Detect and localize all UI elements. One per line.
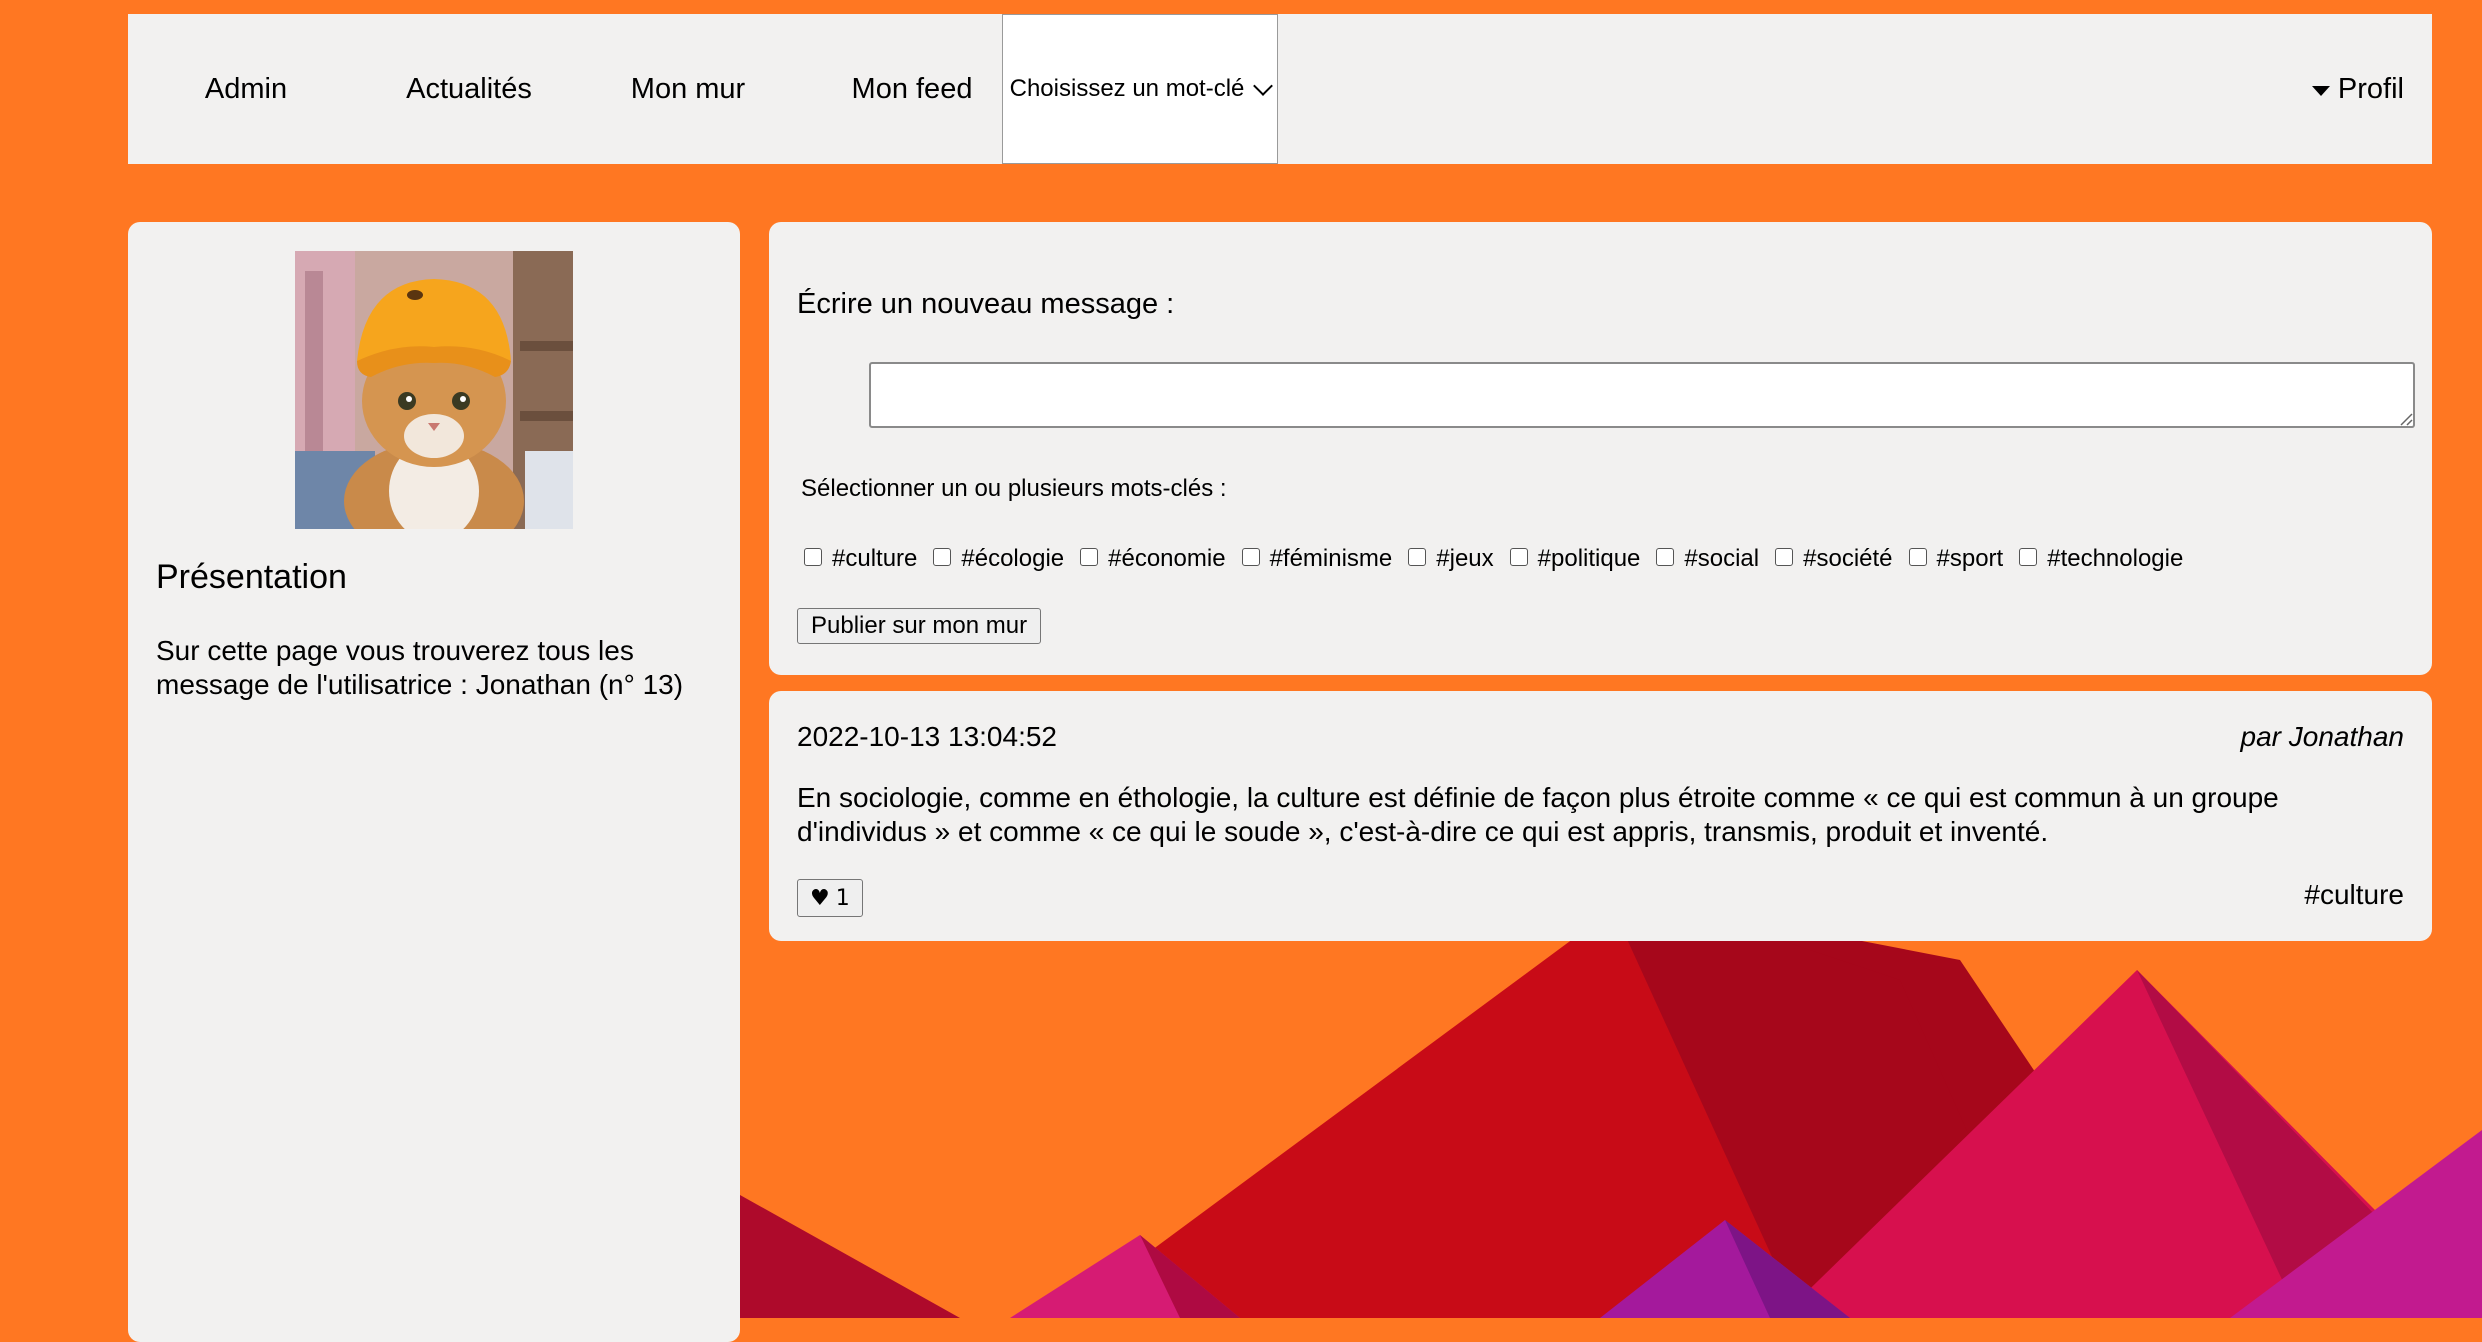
- tags-list: #culture #écologie #économie #féminisme …: [804, 545, 2199, 573]
- tag-option-economie[interactable]: #économie: [1080, 545, 1226, 573]
- tag-label: #politique: [1537, 545, 1641, 572]
- tag-label: #écologie: [961, 545, 1065, 572]
- profile-menu[interactable]: Profil: [2311, 14, 2404, 164]
- post-author[interactable]: par Jonathan: [2241, 721, 2404, 753]
- tag-checkbox[interactable]: [1080, 548, 1099, 566]
- nav-mon-feed[interactable]: Mon feed: [818, 14, 1006, 164]
- avatar: [295, 251, 573, 529]
- top-navbar: Admin Actualités Mon mur Mon feed Choisi…: [128, 14, 2432, 164]
- tag-option-societe[interactable]: #société: [1775, 545, 1893, 573]
- nav-admin[interactable]: Admin: [168, 14, 324, 164]
- tag-label: #économie: [1108, 545, 1226, 572]
- caret-down-icon: [2311, 86, 2330, 96]
- heart-icon: ♥: [810, 885, 830, 911]
- nav-actualites[interactable]: Actualités: [384, 14, 554, 164]
- tag-option-social[interactable]: #social: [1656, 545, 1759, 573]
- tag-option-sport[interactable]: #sport: [1908, 545, 2004, 573]
- profile-sidebar: Présentation Sur cette page vous trouver…: [128, 222, 740, 1342]
- tag-checkbox[interactable]: [1775, 548, 1794, 566]
- post-date: 2022-10-13 13:04:52: [797, 721, 1057, 752]
- tag-option-feminisme[interactable]: #féminisme: [1241, 545, 1393, 573]
- tag-checkbox[interactable]: [1408, 548, 1427, 566]
- post-tag[interactable]: #culture: [2304, 879, 2404, 911]
- tag-checkbox[interactable]: [2019, 548, 2038, 566]
- tag-label: #sport: [1936, 545, 2004, 572]
- message-input[interactable]: [869, 362, 2415, 428]
- tag-option-ecologie[interactable]: #écologie: [933, 545, 1064, 573]
- post-body: En sociologie, comme en éthologie, la cu…: [797, 782, 2279, 847]
- tag-label: #féminisme: [1269, 545, 1393, 572]
- compose-panel: Écrire un nouveau message : Sélectionner…: [769, 222, 2432, 675]
- tag-checkbox[interactable]: [804, 548, 822, 566]
- tag-label: #jeux: [1436, 545, 1494, 572]
- like-button[interactable]: ♥ 1: [797, 879, 863, 917]
- tag-option-technologie[interactable]: #technologie: [2019, 545, 2183, 573]
- tag-checkbox[interactable]: [1656, 548, 1675, 566]
- like-count: 1: [835, 885, 850, 911]
- publish-button[interactable]: Publier sur mon mur: [797, 608, 1042, 644]
- tag-option-jeux[interactable]: #jeux: [1408, 545, 1494, 573]
- compose-title: Écrire un nouveau message :: [797, 288, 1175, 320]
- resize-grip-icon[interactable]: [2399, 412, 2413, 426]
- post-card: 2022-10-13 13:04:52 par Jonathan En soci…: [769, 691, 2432, 941]
- presentation-title: Présentation: [156, 558, 347, 596]
- tag-label: #culture: [832, 545, 918, 572]
- nav-mon-mur[interactable]: Mon mur: [598, 14, 778, 164]
- chevron-down-icon: [1253, 75, 1274, 96]
- tag-checkbox[interactable]: [1908, 548, 1927, 566]
- keyword-select[interactable]: Choisissez un mot-clé: [1002, 14, 1278, 164]
- tag-checkbox[interactable]: [1241, 548, 1260, 566]
- tag-label: #société: [1803, 545, 1893, 572]
- tag-label: #technologie: [2047, 545, 2184, 572]
- tag-checkbox[interactable]: [933, 548, 952, 566]
- profile-label: Profil: [2337, 72, 2404, 105]
- tag-option-politique[interactable]: #politique: [1509, 545, 1641, 573]
- keyword-select-value: Choisissez un mot-clé: [1009, 75, 1245, 102]
- tag-option-culture[interactable]: #culture: [804, 545, 917, 573]
- tag-checkbox[interactable]: [1509, 548, 1528, 566]
- tags-label: Sélectionner un ou plusieurs mots-clés :: [801, 475, 1227, 502]
- presentation-text: Sur cette page vous trouverez tous les m…: [156, 635, 684, 700]
- tag-label: #social: [1684, 545, 1760, 572]
